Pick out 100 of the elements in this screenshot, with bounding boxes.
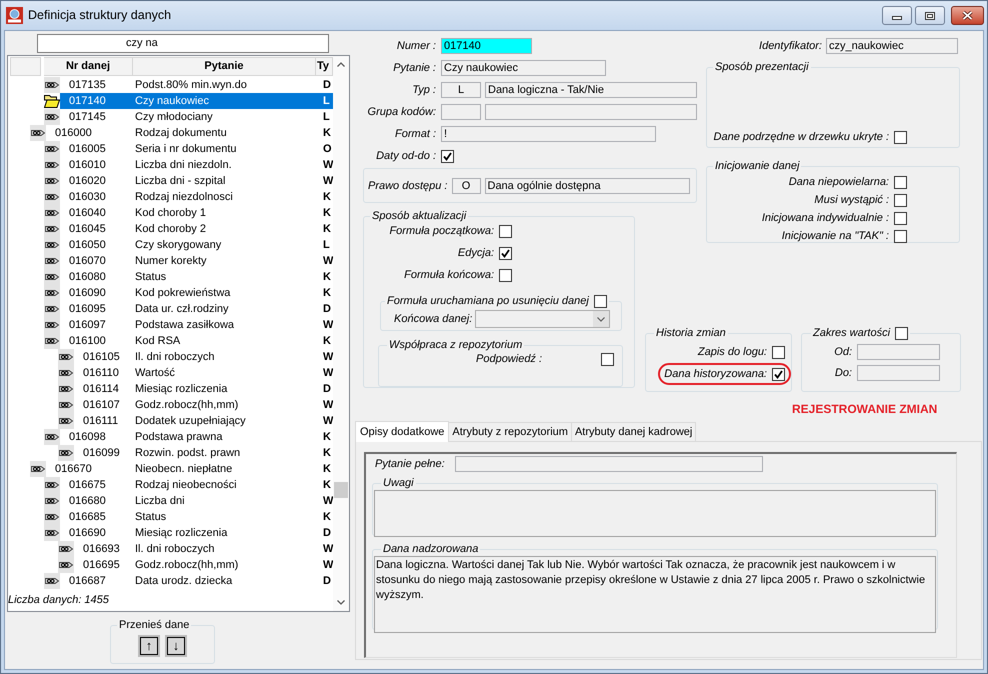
- tree-row[interactable]: 016005 Seria i nr dokumentu O: [60, 141, 334, 157]
- arrow-button[interactable]: ↓: [165, 635, 187, 657]
- tree-row[interactable]: 016107 Godz.robocz(hh,mm) W: [74, 397, 334, 413]
- checkbox[interactable]: [894, 176, 907, 188]
- tab[interactable]: Atrybuty danej kadrowej: [572, 422, 696, 441]
- text-field[interactable]: 017140: [441, 38, 532, 54]
- tree-row[interactable]: 016680 Liczba dni W: [60, 493, 334, 509]
- tree-row[interactable]: 016030 Rodzaj niezdolnosci K: [60, 189, 334, 205]
- scroll-down-icon: [337, 600, 346, 605]
- text-field[interactable]: !: [441, 126, 656, 142]
- table-cell-text: W: [322, 542, 334, 557]
- tree-row[interactable]: 016090 Kod pokrewieństwa K: [60, 285, 334, 301]
- checkbox[interactable]: [594, 294, 607, 308]
- text-field[interactable]: Dana logiczna - Tak/Nie: [485, 82, 697, 98]
- tree-row[interactable]: 016097 Podstawa zasiłkowa W: [60, 317, 334, 333]
- text-field[interactable]: [857, 344, 940, 360]
- maximize-button[interactable]: [915, 6, 945, 25]
- text-field[interactable]: [441, 104, 481, 120]
- text-field[interactable]: O: [452, 178, 480, 194]
- minimize-button[interactable]: [882, 6, 912, 25]
- tree-row[interactable]: 016099 Rozwin. podst. prawn K: [74, 445, 334, 461]
- checkbox[interactable]: [499, 246, 512, 260]
- tree-row[interactable]: 016010 Liczba dni niezdoln. W: [60, 157, 334, 173]
- tree-row[interactable]: 016040 Kod choroby 1 K: [60, 205, 334, 221]
- tree-row[interactable]: 016114 Miesiąc rozliczenia D: [74, 381, 334, 397]
- checkbox[interactable]: [772, 346, 785, 358]
- tab[interactable]: Opisy dodatkowe: [355, 421, 450, 442]
- checkbox[interactable]: [895, 326, 908, 340]
- table-cell-text: 016097: [68, 318, 107, 333]
- tree-row[interactable]: 016105 Il. dni roboczych W: [74, 349, 334, 365]
- memo-field[interactable]: [374, 490, 936, 537]
- checkbox[interactable]: [499, 224, 512, 238]
- table-cell-text: 017135: [68, 78, 107, 93]
- tab[interactable]: Atrybuty z repozytorium: [449, 422, 572, 441]
- table-cell-text: W: [322, 158, 334, 173]
- text-field[interactable]: [485, 104, 697, 120]
- dropdown-field[interactable]: [475, 310, 610, 328]
- text-field[interactable]: [454, 456, 763, 472]
- tree-row[interactable]: 016100 Kod RSA K: [60, 333, 334, 349]
- tree-row[interactable]: 016670 Nieobecn. niepłatne K: [46, 461, 334, 477]
- table-cell-text: Data urodz. dziecka: [134, 574, 234, 589]
- text-field[interactable]: [857, 365, 940, 381]
- memo-field[interactable]: Dana logiczna. Wartości danej Tak lub Nie. Wybór wartości Tak oznacza, że pracownik jest naukowcem i w stosunku do niego mają zastosowanie przepisy określone w Ustawie z dnia 27 lipca 2005 r. Prawo o szkolnictwie wyższym.: [374, 556, 936, 633]
- group-title: Współpraca z repozytorium: [389, 338, 522, 352]
- checkbox[interactable]: [601, 352, 614, 366]
- tree-row[interactable]: 016685 Status K: [60, 509, 334, 525]
- table-cell-text: Godz.robocz(hh,mm): [134, 398, 240, 413]
- close-button[interactable]: [951, 6, 984, 25]
- table-cell-text: 016114: [82, 382, 120, 397]
- tree-row[interactable]: 016080 Status K: [60, 269, 334, 285]
- text-field[interactable]: czy_naukowiec: [826, 38, 958, 54]
- table-cell-text: 016680: [68, 494, 107, 509]
- column-header[interactable]: Nr danej: [44, 57, 133, 76]
- table-cell-text: W: [322, 318, 334, 333]
- tree-row[interactable]: 016070 Numer korekty W: [60, 253, 334, 269]
- table-cell-text: D: [322, 574, 332, 589]
- table-cell-text: 016693: [82, 542, 121, 557]
- checkbox[interactable]: [894, 194, 907, 206]
- checkbox[interactable]: [894, 230, 907, 242]
- checkbox[interactable]: [499, 268, 512, 282]
- table-cell-text: Podstawa prawna: [134, 430, 224, 445]
- text-field[interactable]: Dana ogólnie dostępna: [484, 178, 690, 194]
- tree-row[interactable]: 016687 Data urodz. dziecka D: [60, 573, 334, 589]
- checkbox[interactable]: [894, 212, 907, 224]
- scrollbar-thumb[interactable]: [334, 482, 348, 498]
- tree-row[interactable]: 016110 Wartość W: [74, 365, 334, 381]
- tree-row[interactable]: 016690 Miesiąc rozliczenia D: [60, 525, 334, 541]
- tree-row[interactable]: 016000 Rodzaj dokumentu K: [46, 125, 334, 141]
- tree-row[interactable]: 016675 Rodzaj nieobecności K: [60, 477, 334, 493]
- tree-row[interactable]: 017145 Czy młodociany L: [60, 109, 334, 125]
- checkbox[interactable]: [441, 150, 454, 162]
- table-cell-text: W: [322, 174, 334, 189]
- text-field[interactable]: Czy naukowiec: [441, 60, 606, 76]
- table-cell-text: W: [322, 254, 334, 269]
- tree-row[interactable]: 016045 Kod choroby 2 K: [60, 221, 334, 237]
- column-header[interactable]: Ty: [316, 57, 334, 76]
- tree-row[interactable]: 017135 Podst.80% min.wyn.do D: [60, 77, 334, 93]
- checkbox[interactable]: [894, 130, 907, 144]
- tree-row[interactable]: 016098 Podstawa prawna K: [60, 429, 334, 445]
- field-label: Inicjowanie na "TAK" :: [782, 229, 889, 243]
- checkbox[interactable]: [772, 368, 785, 380]
- tree-row[interactable]: 016111 Dodatek uzupełniający W: [74, 413, 334, 429]
- tree-row[interactable]: 016050 Czy skorygowany L: [60, 237, 334, 253]
- scrollbar[interactable]: [333, 56, 350, 611]
- tree-row[interactable]: 016695 Godz.robocz(hh,mm) W: [74, 557, 334, 573]
- group-title: Dana nadzorowana: [383, 542, 478, 556]
- table-cell-text: L: [322, 94, 331, 109]
- search-field[interactable]: czy na: [37, 34, 329, 53]
- table-cell-text: Podst.80% min.wyn.do: [134, 78, 248, 93]
- tree-row[interactable]: 017140 Czy naukowiec L: [60, 93, 334, 109]
- tree-row[interactable]: 016095 Data ur. czł.rodziny D: [60, 301, 334, 317]
- tree-row[interactable]: 016020 Liczba dni - szpital W: [60, 173, 334, 189]
- arrow-button[interactable]: ↑: [138, 635, 160, 657]
- table-cell-text: Liczba dni: [134, 494, 186, 509]
- tree-row[interactable]: 016693 Il. dni roboczych W: [74, 541, 334, 557]
- column-header[interactable]: Pytanie: [133, 57, 316, 76]
- table-cell-text: 016010: [68, 158, 107, 173]
- text-field[interactable]: L: [441, 82, 481, 98]
- field-label: Prawo dostępu :: [368, 178, 448, 192]
- table-cell-text: Seria i nr dokumentu: [134, 142, 238, 157]
